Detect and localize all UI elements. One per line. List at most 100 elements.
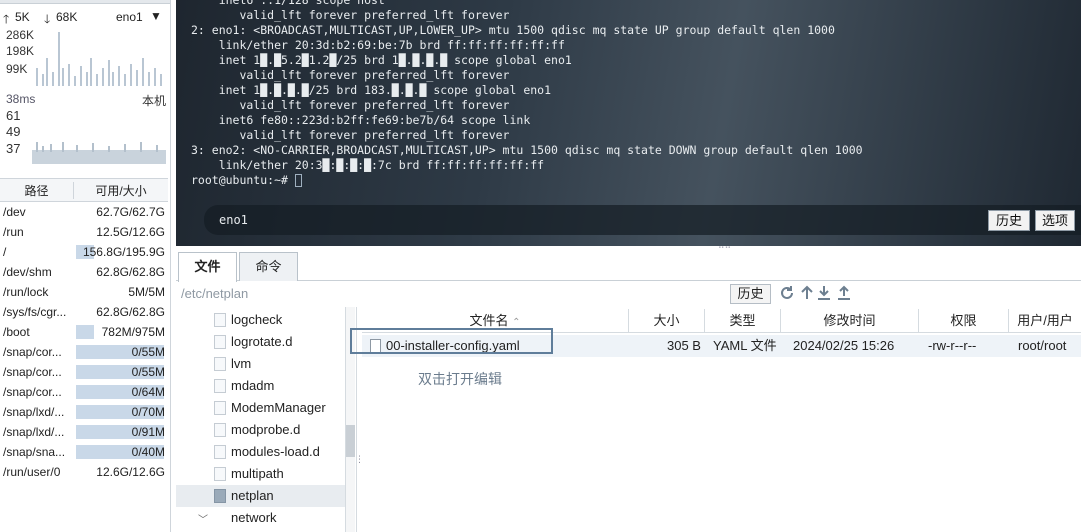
folder-icon <box>214 379 226 393</box>
tree-item[interactable]: modules-load.d <box>176 441 345 463</box>
disk-row: / 156.8G/195.9G <box>0 242 168 262</box>
terminal-line: inet 1█.█.█.█/25 brd 183.█.█.█ scope glo… <box>191 83 552 97</box>
current-path[interactable]: /etc/netplan <box>181 286 248 301</box>
disk-path: /snap/cor... <box>3 345 62 359</box>
disk-path: /sys/fs/cgr... <box>3 305 67 319</box>
terminal-prompt: root@ubuntu:~# <box>191 173 288 187</box>
col-type[interactable]: 类型 <box>705 309 781 333</box>
tree-item[interactable]: multipath <box>176 463 345 485</box>
disk-path: /run/lock <box>3 285 49 299</box>
path-history-button[interactable]: 历史 <box>730 284 771 304</box>
col-owner[interactable]: 用户/用户 <box>1009 309 1081 333</box>
col-size[interactable]: 大小 <box>629 309 705 333</box>
folder-icon <box>214 335 226 349</box>
disk-row: /sys/fs/cgr... 62.8G/62.8G <box>0 302 168 322</box>
disk-size: 0/55M <box>131 345 165 359</box>
command-input[interactable]: eno1 <box>204 205 1081 235</box>
chevron-down-icon[interactable]: ▼ <box>150 9 162 23</box>
terminal-options-button[interactable]: 选项 <box>1035 210 1075 231</box>
latency-ytick: 37 <box>6 141 21 156</box>
interface-select[interactable]: eno1 <box>116 10 143 24</box>
disk-path: /boot <box>3 325 30 339</box>
col-path[interactable]: 路径 <box>0 181 74 199</box>
disk-path: /dev/shm <box>3 265 52 279</box>
command-input-value: eno1 <box>219 213 248 227</box>
tree-item[interactable]: logrotate.d <box>176 331 345 353</box>
tab-files[interactable]: 文件 <box>178 252 237 282</box>
up-folder-icon[interactable] <box>799 285 815 301</box>
disk-size: 782M/975M <box>101 325 165 339</box>
monitor-panel: 🡑 5K 🡓 68K eno1 ▼ 286K 198K 99K 38ms 本机 … <box>0 0 171 532</box>
tree-item-label: logrotate.d <box>231 334 293 349</box>
disk-size: 12.6G/12.6G <box>96 465 165 479</box>
tab-bar: 文件 命令 <box>176 250 1081 282</box>
disk-size-cell: 12.6G/12.6G <box>74 464 168 480</box>
col-modified[interactable]: 修改时间 <box>781 309 919 333</box>
upload-value: 5K <box>15 10 30 24</box>
disk-row: /snap/cor... 0/55M <box>0 362 168 382</box>
disk-path: /snap/cor... <box>3 385 62 399</box>
latency-ytick: 49 <box>6 124 21 139</box>
tree-scroll-thumb[interactable] <box>346 425 355 457</box>
disk-path: / <box>3 245 7 259</box>
disk-size-cell: 62.8G/62.8G <box>74 264 168 280</box>
upload-icon[interactable] <box>836 285 852 301</box>
tree-item-label: netplan <box>231 488 274 503</box>
disk-table-header: 路径 可用/大小 <box>0 178 168 202</box>
chevron-down-icon[interactable]: ﹀ <box>198 510 208 532</box>
disk-path: /snap/lxd/... <box>3 405 65 419</box>
tree-item-label: mdadm <box>231 378 275 393</box>
disk-size-cell: 5M/5M <box>74 284 168 300</box>
tab-commands[interactable]: 命令 <box>239 252 298 281</box>
col-size[interactable]: 可用/大小 <box>74 182 168 199</box>
terminal-history-button[interactable]: 历史 <box>988 210 1030 231</box>
tree-item[interactable]: lvm <box>176 353 345 375</box>
folder-icon <box>214 445 226 459</box>
disk-row: /snap/sna... 0/40M <box>0 442 168 462</box>
disk-path: /run <box>3 225 24 239</box>
disk-size-cell: 156.8G/195.9G <box>74 244 168 260</box>
disk-path: /dev <box>3 205 26 219</box>
disk-row: /snap/cor... 0/55M <box>0 342 168 362</box>
terminal-line: valid_lft forever preferred_lft forever <box>191 98 510 112</box>
tree-item[interactable]: logcheck <box>176 309 345 331</box>
latency-target: 本机 <box>142 94 167 108</box>
tree-item[interactable]: mdadm <box>176 375 345 397</box>
disk-path: /snap/cor... <box>3 365 62 379</box>
latency-sparkline <box>32 142 166 164</box>
disk-size-cell: 0/55M <box>74 344 168 360</box>
disk-size-cell: 62.8G/62.8G <box>74 304 168 320</box>
tree-item-label: logcheck <box>231 312 283 327</box>
disk-path: /run/user/0 <box>3 465 61 479</box>
folder-icon <box>214 401 226 415</box>
net-ytick: 286K <box>6 28 35 42</box>
tree-item[interactable]: ﹀ network <box>176 507 345 532</box>
top-strip <box>0 0 170 4</box>
disk-row: /snap/lxd/... 0/91M <box>0 422 168 442</box>
tree-item[interactable]: ModemManager <box>176 397 345 419</box>
disk-size-cell: 12.5G/12.6G <box>74 224 168 240</box>
tree-item[interactable]: netplan <box>176 485 345 507</box>
terminal-output: inet6 ::1/128 scope host valid_lft forev… <box>191 0 863 188</box>
refresh-icon[interactable] <box>779 285 795 301</box>
disk-size: 0/70M <box>131 405 165 419</box>
terminal-line: valid_lft forever preferred_lft forever <box>191 8 510 22</box>
tree-item[interactable]: modprobe.d <box>176 419 345 441</box>
net-ytick: 99K <box>6 62 28 76</box>
terminal-prompt-line: root@ubuntu:~# <box>191 173 863 188</box>
latency-value: 38ms <box>6 92 36 106</box>
disk-row: /run/lock 5M/5M <box>0 282 168 302</box>
terminal[interactable]: inet6 ::1/128 scope host valid_lft forev… <box>176 0 1081 246</box>
download-icon[interactable] <box>816 285 832 301</box>
col-permission[interactable]: 权限 <box>919 309 1009 333</box>
path-bar: /etc/netplan 历史 <box>176 283 1081 305</box>
file-permission: -rw-r--r-- <box>928 338 977 353</box>
disk-path: /snap/lxd/... <box>3 425 65 439</box>
file-size: 305 B <box>667 338 701 353</box>
disk-row: /boot 782M/975M <box>0 322 168 342</box>
folder-icon <box>214 423 226 437</box>
latency-ytick: 61 <box>6 108 21 123</box>
disk-row: /run 12.5G/12.6G <box>0 222 168 242</box>
disk-size-cell: 0/55M <box>74 364 168 380</box>
disk-row: /snap/lxd/... 0/70M <box>0 402 168 422</box>
